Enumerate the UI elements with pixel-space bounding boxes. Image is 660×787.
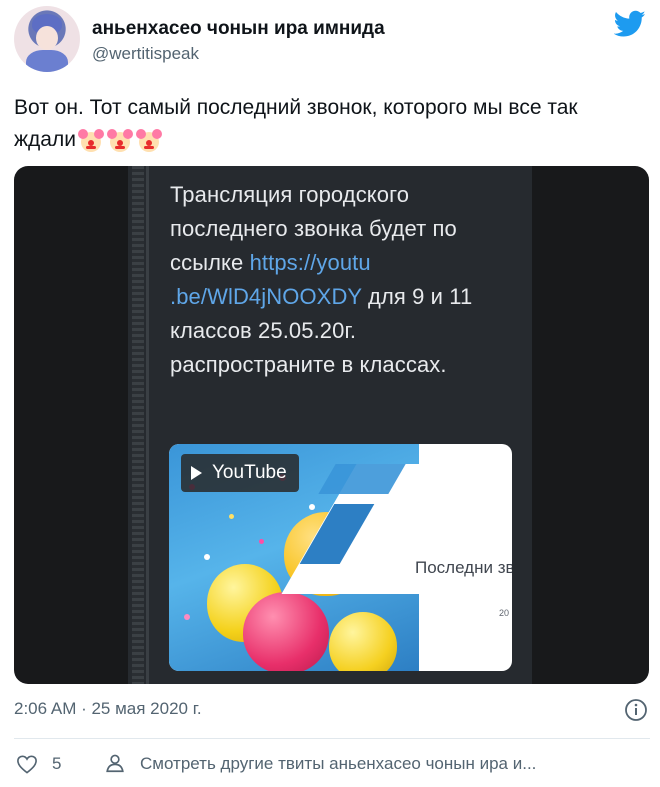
user-handle[interactable]: @wertitispeak bbox=[92, 44, 199, 64]
tweet-text: Вот он. Тот самый последний звонок, кото… bbox=[14, 92, 644, 156]
clown-face-icon bbox=[106, 127, 133, 153]
emoji-row bbox=[77, 127, 162, 153]
tweet-header: аньенхасео чонын ира имнида @wertitispea… bbox=[14, 6, 650, 76]
clown-face-icon bbox=[135, 127, 162, 153]
display-name[interactable]: аньенхасео чонын ира имнида bbox=[92, 18, 385, 40]
divider bbox=[14, 738, 650, 739]
phone-screenshot: Трансляция городского последнего звонка … bbox=[128, 166, 532, 684]
youtube-badge[interactable]: YouTube bbox=[181, 454, 299, 492]
youtube-preview-card[interactable]: YouTube Последни звоно 20 bbox=[169, 444, 512, 671]
tweet-media-image[interactable]: Трансляция городского последнего звонка … bbox=[14, 166, 649, 684]
heart-icon[interactable] bbox=[16, 754, 38, 774]
play-icon bbox=[191, 466, 202, 480]
see-more-tweets-link[interactable]: Смотреть другие твиты аньенхасео чонын и… bbox=[140, 754, 536, 774]
card-subtitle: 20 bbox=[499, 608, 510, 618]
info-icon[interactable] bbox=[624, 698, 648, 722]
card-title: Последни звоно bbox=[415, 558, 512, 577]
person-icon bbox=[106, 754, 124, 773]
like-count[interactable]: 5 bbox=[52, 754, 61, 774]
clown-face-icon bbox=[77, 127, 104, 153]
tweet-timestamp[interactable]: 2:06 AM · 25 мая 2020 г. bbox=[14, 699, 202, 719]
avatar[interactable] bbox=[14, 6, 80, 72]
youtube-label: YouTube bbox=[212, 462, 287, 483]
twitter-bird-icon[interactable] bbox=[614, 10, 646, 38]
shared-message: Трансляция городского последнего звонка … bbox=[170, 178, 520, 382]
